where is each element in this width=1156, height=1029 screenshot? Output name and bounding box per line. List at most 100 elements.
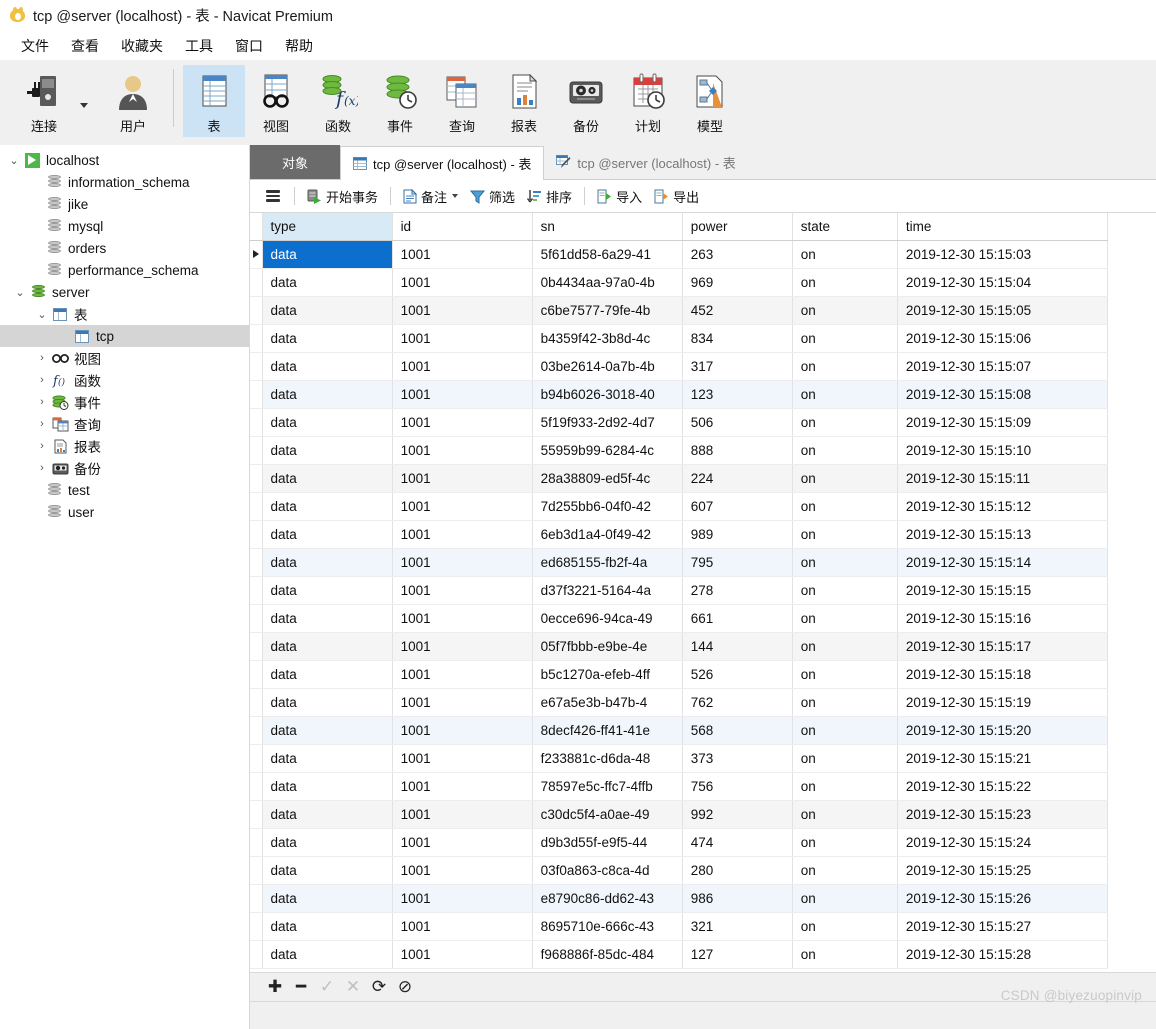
- cell-type[interactable]: data: [262, 240, 393, 269]
- refresh-button[interactable]: ⟳: [366, 976, 392, 998]
- cell-type[interactable]: data: [262, 660, 393, 689]
- cell-state[interactable]: on: [792, 912, 898, 941]
- grid-menu-button[interactable]: [258, 184, 288, 208]
- cell-state[interactable]: on: [792, 268, 898, 297]
- note-button[interactable]: 备注: [397, 184, 464, 208]
- cell-type[interactable]: data: [262, 464, 393, 493]
- column-header-type[interactable]: type: [262, 213, 393, 241]
- cell-type[interactable]: data: [262, 324, 393, 353]
- cell-id[interactable]: 1001: [392, 268, 533, 297]
- cell-time[interactable]: 2019-12-30 15:15:11: [897, 464, 1109, 493]
- cell-state[interactable]: on: [792, 604, 898, 633]
- cell-sn[interactable]: d9b3d55f-e9f5-44: [532, 828, 683, 857]
- cell-id[interactable]: 1001: [392, 548, 533, 577]
- table-row[interactable]: data 1001 f233881c-d6da-48 373 on 2019-12-30 …: [250, 744, 1109, 773]
- cell-sn[interactable]: f968886f-85dc-484: [532, 940, 683, 969]
- table-row[interactable]: data 1001 c6be7577-79fe-4b 452 on 2019-12-30 …: [250, 296, 1109, 325]
- cell-type[interactable]: data: [262, 856, 393, 885]
- cell-power[interactable]: 373: [682, 744, 793, 773]
- cell-state[interactable]: on: [792, 884, 898, 913]
- sidebar-item-reports-folder[interactable]: › 报表: [0, 435, 249, 457]
- ribbon-table[interactable]: 表: [183, 65, 245, 137]
- cell-id[interactable]: 1001: [392, 688, 533, 717]
- cell-state[interactable]: on: [792, 716, 898, 745]
- column-header-id[interactable]: id: [392, 213, 533, 241]
- cell-sn[interactable]: 05f7fbbb-e9be-4e: [532, 632, 683, 661]
- cell-id[interactable]: 1001: [392, 856, 533, 885]
- cell-power[interactable]: 280: [682, 856, 793, 885]
- column-header-state[interactable]: state: [792, 213, 898, 241]
- cell-type[interactable]: data: [262, 744, 393, 773]
- cell-time[interactable]: 2019-12-30 15:15:21: [897, 744, 1109, 773]
- cell-power[interactable]: 123: [682, 380, 793, 409]
- note-dropdown-caret-icon[interactable]: [452, 194, 459, 198]
- cell-power[interactable]: 607: [682, 492, 793, 521]
- cell-type[interactable]: data: [262, 380, 393, 409]
- cell-sn[interactable]: 0ecce696-94ca-49: [532, 604, 683, 633]
- cell-power[interactable]: 762: [682, 688, 793, 717]
- sidebar-item-performance_schema[interactable]: performance_schema: [0, 259, 249, 281]
- cell-time[interactable]: 2019-12-30 15:15:24: [897, 828, 1109, 857]
- cell-state[interactable]: on: [792, 548, 898, 577]
- cell-time[interactable]: 2019-12-30 15:15:14: [897, 548, 1109, 577]
- column-header-sn[interactable]: sn: [532, 213, 683, 241]
- data-grid[interactable]: type id sn power state time data 1001 5f61…: [250, 213, 1156, 972]
- sidebar-item-tables-folder[interactable]: ⌄ 表: [0, 303, 249, 325]
- cell-id[interactable]: 1001: [392, 380, 533, 409]
- cell-state[interactable]: on: [792, 408, 898, 437]
- table-row[interactable]: data 1001 78597e5c-ffc7-4ffb 756 on 2019-12-3…: [250, 772, 1109, 801]
- cell-time[interactable]: 2019-12-30 15:15:15: [897, 576, 1109, 605]
- cell-time[interactable]: 2019-12-30 15:15:13: [897, 520, 1109, 549]
- cell-state[interactable]: on: [792, 492, 898, 521]
- cell-time[interactable]: 2019-12-30 15:15:08: [897, 380, 1109, 409]
- cell-id[interactable]: 1001: [392, 940, 533, 969]
- sidebar-item-events-folder[interactable]: › 事件: [0, 391, 249, 413]
- cell-time[interactable]: 2019-12-30 15:15:26: [897, 884, 1109, 913]
- cell-type[interactable]: data: [262, 688, 393, 717]
- cell-type[interactable]: data: [262, 716, 393, 745]
- cell-power[interactable]: 506: [682, 408, 793, 437]
- filter-button[interactable]: 筛选: [464, 184, 521, 208]
- cell-type[interactable]: data: [262, 772, 393, 801]
- ribbon-query[interactable]: 查询: [431, 65, 493, 137]
- cell-type[interactable]: data: [262, 352, 393, 381]
- cell-id[interactable]: 1001: [392, 352, 533, 381]
- cell-sn[interactable]: c30dc5f4-a0ae-49: [532, 800, 683, 829]
- sidebar-item-test[interactable]: test: [0, 479, 249, 501]
- chevron-right-icon[interactable]: ›: [34, 396, 50, 408]
- cell-id[interactable]: 1001: [392, 744, 533, 773]
- table-row[interactable]: data 1001 0b4434aa-97a0-4b 969 on 2019-12-30 …: [250, 268, 1109, 297]
- cell-type[interactable]: data: [262, 912, 393, 941]
- sidebar-item-orders[interactable]: orders: [0, 237, 249, 259]
- cell-sn[interactable]: e67a5e3b-b47b-4: [532, 688, 683, 717]
- sidebar-item-functions-folder[interactable]: › f() 函数: [0, 369, 249, 391]
- ribbon-view[interactable]: 视图: [245, 65, 307, 137]
- cell-sn[interactable]: b94b6026-3018-40: [532, 380, 683, 409]
- cell-sn[interactable]: 78597e5c-ffc7-4ffb: [532, 772, 683, 801]
- cell-type[interactable]: data: [262, 884, 393, 913]
- stop-button[interactable]: ⊘: [392, 976, 418, 998]
- cell-sn[interactable]: c6be7577-79fe-4b: [532, 296, 683, 325]
- cell-power[interactable]: 568: [682, 716, 793, 745]
- cell-sn[interactable]: e8790c86-dd62-43: [532, 884, 683, 913]
- cell-id[interactable]: 1001: [392, 884, 533, 913]
- tab-table-design[interactable]: tcp @server (localhost) - 表: [544, 145, 748, 179]
- cell-sn[interactable]: 7d255bb6-04f0-42: [532, 492, 683, 521]
- column-header-time[interactable]: time: [897, 213, 1109, 241]
- sidebar-item-tcp[interactable]: tcp: [0, 325, 249, 347]
- table-row[interactable]: data 1001 b4359f42-3b8d-4c 834 on 2019-12-30 …: [250, 324, 1109, 353]
- cell-state[interactable]: on: [792, 660, 898, 689]
- cell-state[interactable]: on: [792, 436, 898, 465]
- cell-type[interactable]: data: [262, 576, 393, 605]
- cell-time[interactable]: 2019-12-30 15:15:20: [897, 716, 1109, 745]
- table-row[interactable]: data 1001 0ecce696-94ca-49 661 on 2019-12-30 …: [250, 604, 1109, 633]
- menu-help[interactable]: 帮助: [274, 33, 324, 59]
- column-header-power[interactable]: power: [682, 213, 793, 241]
- cell-sn[interactable]: b5c1270a-efeb-4ff: [532, 660, 683, 689]
- sidebar-item-views-folder[interactable]: › 视图: [0, 347, 249, 369]
- cell-sn[interactable]: 03be2614-0a7b-4b: [532, 352, 683, 381]
- cell-state[interactable]: on: [792, 352, 898, 381]
- cell-state[interactable]: on: [792, 828, 898, 857]
- cell-time[interactable]: 2019-12-30 15:15:16: [897, 604, 1109, 633]
- cell-id[interactable]: 1001: [392, 772, 533, 801]
